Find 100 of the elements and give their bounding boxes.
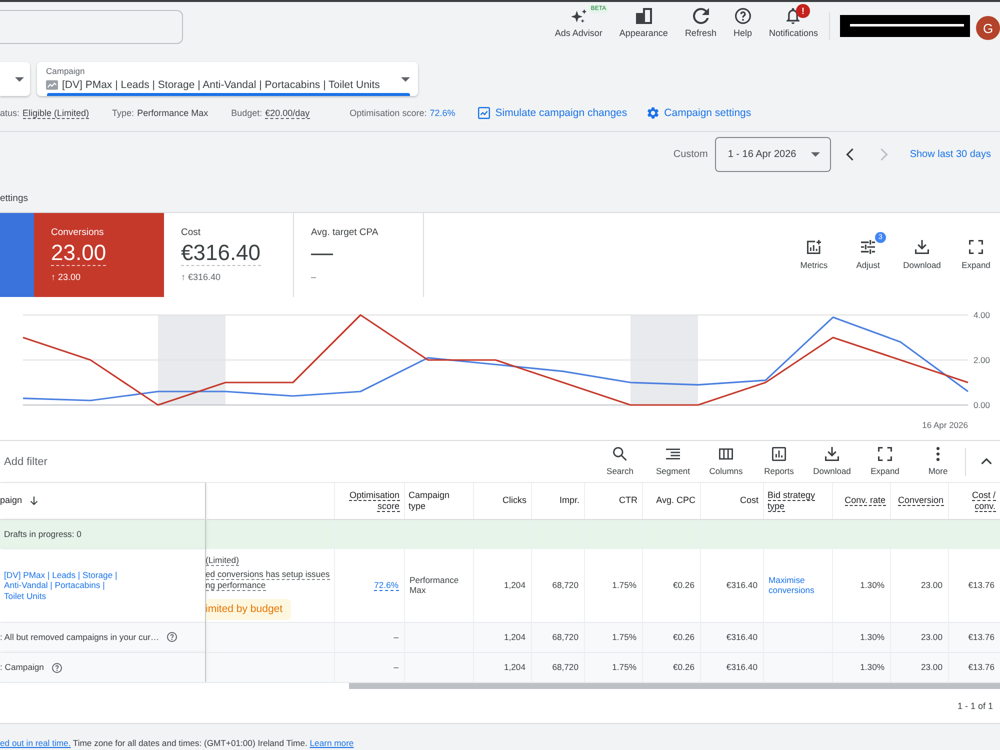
date-shortcut-link[interactable]: Show last 30 days (910, 149, 991, 160)
axis-tick-label: 4.00 (973, 310, 990, 320)
line-chart-icon (46, 80, 58, 90)
search-field[interactable] (0, 10, 183, 44)
bar-chart-icon (772, 446, 786, 460)
caret-icon (401, 77, 410, 82)
learn-more-link[interactable]: Learn more (310, 738, 354, 748)
column-header[interactable]: Avg. CPC (642, 483, 700, 519)
download-icon (915, 240, 929, 254)
alert-badge: ! (796, 4, 810, 18)
download-icon (825, 446, 839, 460)
toolbar-button[interactable]: Search (596, 446, 644, 476)
row-label: : All but removed campaigns in your cur… (0, 632, 160, 642)
expand-icon (969, 240, 983, 254)
refresh-icon (692, 8, 709, 24)
status-chip: imited by budget (206, 599, 291, 620)
table-cell: €13.76 (948, 652, 1000, 682)
footer-text: ed out in real time. Time zone for all dates and times: (GMT+01:00) Ireland Time. Learn more (0, 738, 355, 749)
metric-label: Cost (181, 227, 202, 239)
horizontal-scrollbar[interactable] (349, 683, 1000, 689)
metric-value: — (311, 241, 333, 265)
field-value: Performance Max (137, 108, 208, 118)
toolbar-button[interactable]: Metrics (790, 240, 838, 270)
toolbar-button[interactable]: Columns (702, 446, 750, 476)
table-cell: €0.26 (642, 652, 700, 682)
column-header[interactable]: Bid strategy type (763, 483, 832, 519)
status-text: ed conversions has setup issues (206, 569, 330, 580)
field-label: atus: (0, 108, 20, 118)
toolbar-button[interactable]: Appearance (619, 8, 668, 39)
toolbar-button[interactable]: Help (733, 8, 752, 39)
caret-icon (15, 76, 24, 82)
metric-card[interactable]: Conversions 23.00 ↑ 23.00 (34, 213, 164, 297)
toolbar-button[interactable]: Expand (952, 240, 1000, 270)
row-label: : Campaign (0, 662, 44, 672)
table-cell: 1.75% (584, 652, 642, 682)
avatar[interactable]: G (976, 16, 1000, 40)
date-range-dropdown[interactable]: 1 - 16 Apr 2026 (714, 137, 831, 172)
table-link[interactable]: Maximise conversions (768, 574, 826, 596)
chevron-up-icon (980, 458, 992, 465)
caret-icon (810, 152, 820, 157)
column-header[interactable]: CTR (584, 483, 642, 519)
metric-card[interactable] (0, 213, 34, 297)
toolbar-button[interactable]: Adjust (844, 240, 892, 270)
toolbar-button[interactable]: Download (808, 446, 856, 476)
column-header[interactable]: Optimisation score (334, 483, 404, 519)
score-link[interactable]: 72.6% (430, 108, 456, 118)
toolbar-button[interactable]: Expand (861, 446, 909, 476)
pagination-text: 1 - 1 of 1 (957, 701, 993, 711)
table-cell: 1.30% (832, 652, 890, 682)
simulate-link[interactable]: Simulate campaign changes (478, 107, 628, 119)
sparkle-icon (570, 8, 587, 24)
column-header[interactable]: Cost (700, 483, 763, 519)
table-cell: Drafts in progress: 0 (0, 519, 205, 549)
axis-tick-label: 0.00 (973, 400, 990, 410)
score-link[interactable]: 72.6% (374, 580, 398, 592)
table-cell: – (334, 652, 404, 682)
column-header[interactable]: Cost / conv. (948, 483, 1000, 519)
column-header[interactable]: Conversion (890, 483, 948, 519)
toolbar-button[interactable]: More (914, 446, 962, 476)
lines-icon (666, 446, 680, 460)
sliders-icon (861, 240, 875, 254)
search-icon (613, 446, 627, 460)
help-icon (167, 632, 178, 642)
column-header[interactable]: Impr. (531, 483, 584, 519)
campaign-dropdown[interactable]: Campaign [DV] PMax | Leads | Storage | Anti-Vandal | Portacabins | Toilet Units (37, 62, 418, 96)
chart-square-icon (478, 107, 490, 119)
expand-icon (878, 446, 892, 460)
column-header[interactable]: Conv. rate (832, 483, 890, 519)
status-text: (Limited) (206, 555, 239, 566)
field-label: Type: (112, 108, 134, 118)
settings-link[interactable]: Campaign settings (647, 107, 752, 119)
field-value: €20.00/day (265, 108, 310, 119)
chevron-left-icon (846, 148, 854, 161)
toolbar-button[interactable]: Refresh (684, 8, 716, 39)
toolbar-button[interactable]: Segment (649, 446, 697, 476)
field-label: Custom (673, 149, 708, 160)
dropdown[interactable] (0, 62, 30, 96)
column-header[interactable]: paign (0, 483, 205, 519)
axis-tick-label: 2.00 (973, 355, 990, 365)
metric-change: ↑ €316.40 (181, 271, 222, 283)
table-cell: 68,720 (531, 652, 584, 682)
metric-label: Conversions (51, 227, 105, 239)
field-label: Optimisation score: (350, 108, 427, 118)
layout-icon (636, 8, 652, 24)
help-icon (52, 662, 62, 673)
settings-icon (647, 107, 660, 119)
status-text: ng performance (206, 580, 266, 591)
axis-date-label: 16 Apr 2026 (922, 420, 968, 430)
footer-link[interactable]: ed out in real time. (0, 738, 71, 748)
table-link[interactable]: [DV] PMax | Leads | Storage | Anti-Vandal | Portacabins | Toilet Units (4, 570, 126, 601)
columns-icon (719, 446, 733, 460)
chevron-right-icon (880, 148, 888, 161)
chart-add-icon (807, 240, 821, 254)
metric-change: ↑ 23.00 (51, 271, 82, 283)
filter-field[interactable]: Add filter (0, 446, 596, 476)
field-value: Eligible (Limited) (22, 108, 90, 119)
column-header[interactable]: Clicks (473, 483, 531, 519)
toolbar-button[interactable]: Reports (755, 446, 803, 476)
toolbar-button[interactable]: Download (898, 240, 946, 270)
column-header[interactable]: Campaign type (404, 483, 473, 519)
